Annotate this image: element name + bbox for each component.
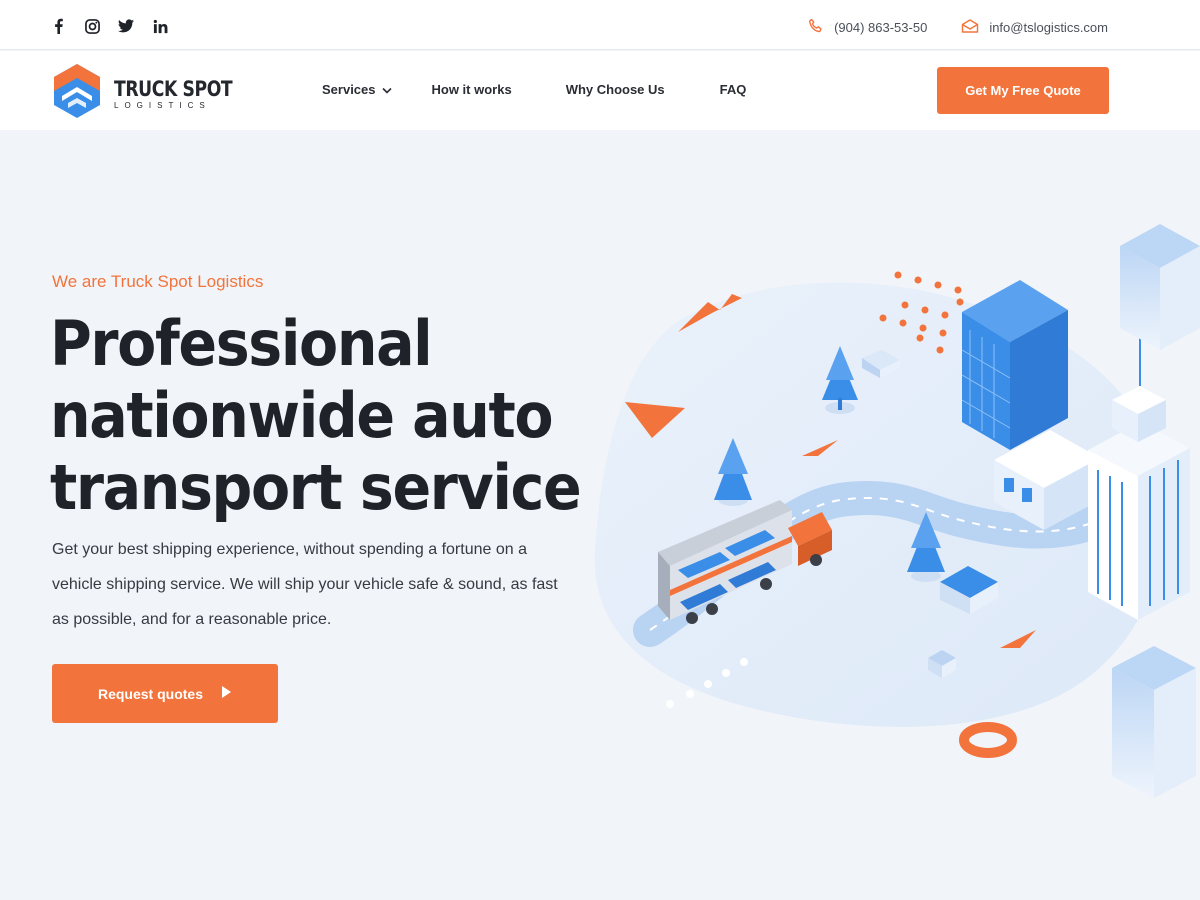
hero-illustration [580,210,1200,810]
facebook-icon[interactable] [50,18,66,34]
linkedin-icon[interactable] [152,18,168,34]
hero-description: Get your best shipping experience, witho… [52,541,558,628]
phone-number: (904) 863-53-50 [834,20,928,35]
social-links [50,18,168,34]
logo-hexagon-icon [52,63,102,124]
hero-tagline: We are Truck Spot Logistics [52,272,264,291]
request-quotes-label: Request quotes [97,685,203,702]
nav-item-faq[interactable]: FAQ [720,82,747,97]
gradient-cube [1120,224,1200,350]
phone-contact[interactable]: (904) 863-53-50 [808,18,927,37]
logo-name: TRUCK SPOT [114,76,233,101]
get-free-quote-button[interactable]: Get My Free Quote [937,67,1109,114]
hero-headline-line: transport service [50,451,582,524]
nav-item-services[interactable]: Services [322,82,392,97]
logo-subtitle: LOGISTICS [114,100,211,110]
nav-item-label: Services [322,82,376,97]
envelope-icon [961,19,979,36]
logo[interactable]: TRUCK SPOT LOGISTICS [52,63,258,124]
orange-ring [959,722,1017,758]
play-arrow-icon [221,685,232,702]
gradient-cube [1112,646,1196,798]
chevron-down-icon [381,82,392,97]
request-quotes-button[interactable]: Request quotes [52,664,278,723]
nav-item-why-choose-us[interactable]: Why Choose Us [566,82,665,97]
hero-headline-line: Professional [50,307,433,380]
primary-nav: Services How it works Why Choose Us FAQ [322,82,746,97]
top-bar: (904) 863-53-50 info@tslogistics.com [0,0,1200,50]
contact-info: (904) 863-53-50 info@tslogistics.com [808,18,1108,37]
instagram-icon[interactable] [84,18,100,34]
email-contact[interactable]: info@tslogistics.com [961,19,1108,36]
hero-headline-line: nationwide auto [50,379,554,452]
nav-item-how-it-works[interactable]: How it works [432,82,512,97]
office-building [961,280,1068,450]
main-navbar: TRUCK SPOT LOGISTICS Services How it wor… [0,51,1200,130]
hero-headline: Professional nationwide auto transport s… [50,308,610,524]
email-address: info@tslogistics.com [989,20,1108,35]
phone-icon [808,18,824,37]
twitter-icon[interactable] [118,18,134,34]
